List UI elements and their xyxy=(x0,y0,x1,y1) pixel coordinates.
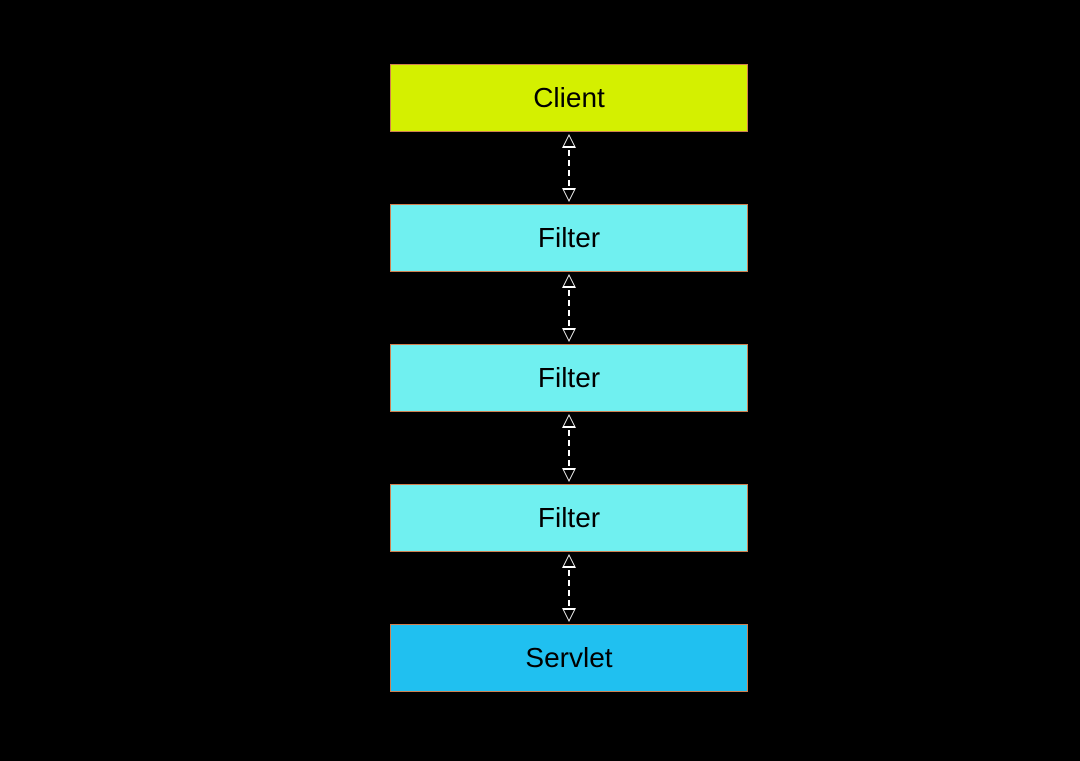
dashed-line xyxy=(568,290,570,326)
dashed-line xyxy=(568,570,570,606)
arrow-down-icon xyxy=(562,608,576,622)
filter-label: Filter xyxy=(538,222,600,254)
connector-arrow xyxy=(557,412,581,484)
servlet-label: Servlet xyxy=(525,642,612,674)
arrow-up-icon xyxy=(562,134,576,148)
filter-box-2: Filter xyxy=(390,344,748,412)
arrow-down-icon xyxy=(562,188,576,202)
arrow-down-icon xyxy=(562,468,576,482)
arrow-down-icon xyxy=(562,328,576,342)
dashed-line xyxy=(568,150,570,186)
filter-box-1: Filter xyxy=(390,204,748,272)
filter-label: Filter xyxy=(538,502,600,534)
connector-arrow xyxy=(557,552,581,624)
connector-arrow xyxy=(557,132,581,204)
connector-arrow xyxy=(557,272,581,344)
arrow-up-icon xyxy=(562,414,576,428)
arrow-up-icon xyxy=(562,554,576,568)
filter-chain-diagram: Client Filter Filter Filter Servlet xyxy=(390,64,748,692)
servlet-box: Servlet xyxy=(390,624,748,692)
filter-label: Filter xyxy=(538,362,600,394)
client-label: Client xyxy=(533,82,605,114)
arrow-up-icon xyxy=(562,274,576,288)
client-box: Client xyxy=(390,64,748,132)
filter-box-3: Filter xyxy=(390,484,748,552)
dashed-line xyxy=(568,430,570,466)
